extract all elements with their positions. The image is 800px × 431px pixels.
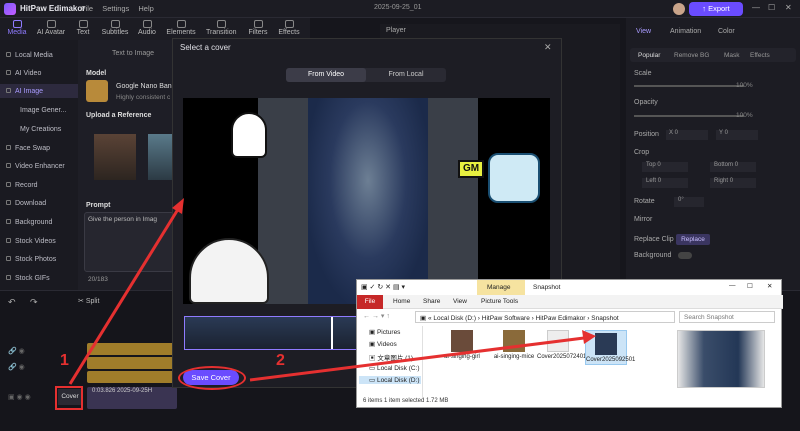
cover-highlight-box [55, 386, 83, 410]
step-1-label: 1 [60, 352, 69, 369]
annotation-arrows [68, 198, 596, 385]
save-cover-highlight [178, 366, 246, 390]
step-2-label: 2 [276, 352, 285, 369]
